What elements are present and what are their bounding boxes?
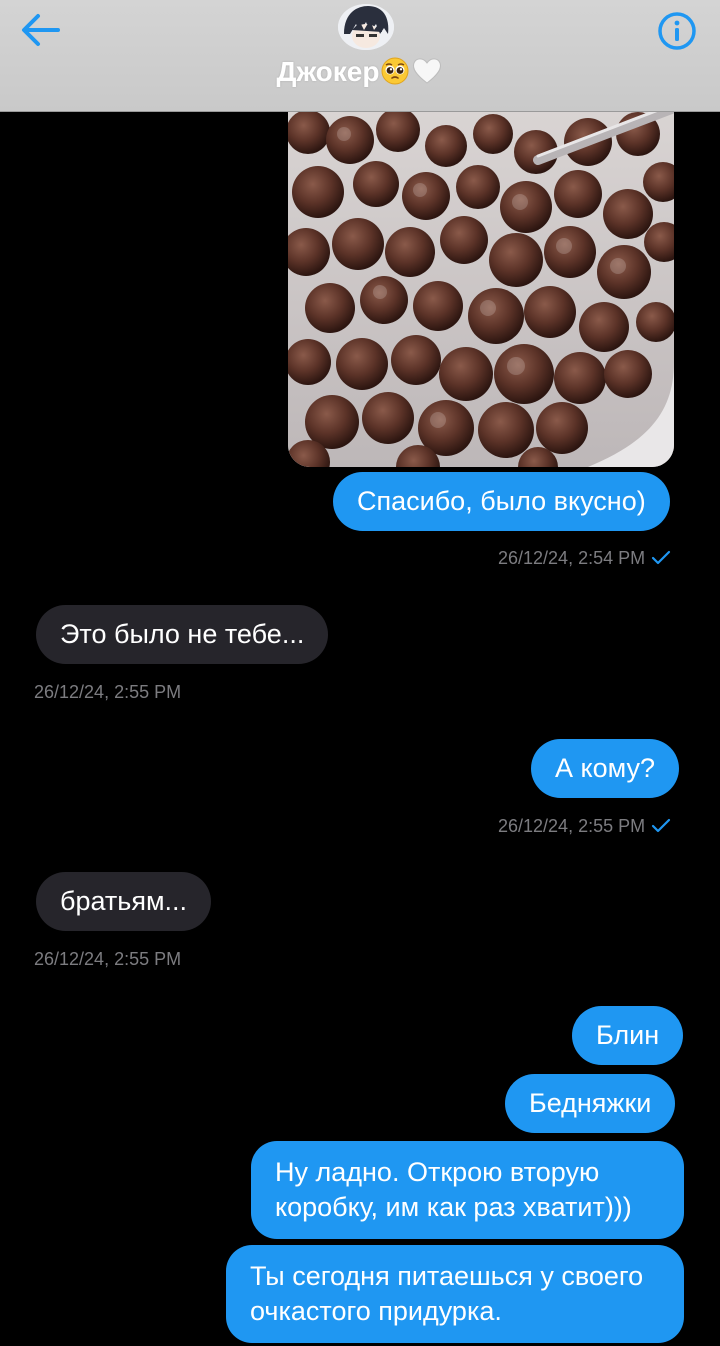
message-text: братьям... xyxy=(60,886,188,916)
chat-header: Джокер xyxy=(0,0,720,112)
message-bubble-outgoing[interactable]: Блин xyxy=(572,1006,684,1065)
contact-name-text: Джокер xyxy=(276,56,380,87)
sent-check-icon xyxy=(651,550,671,571)
timestamp-text: 26/12/24, 2:55 PM xyxy=(498,816,646,836)
message-text: Спасибо, было вкусно) xyxy=(357,486,646,516)
message-text: Блин xyxy=(596,1020,660,1050)
cereal-photo xyxy=(288,112,674,467)
timestamp-text: 26/12/24, 2:55 PM xyxy=(34,682,182,702)
timestamp-text: 26/12/24, 2:54 PM xyxy=(498,548,646,568)
message-timestamp: 26/12/24, 2:55 PM xyxy=(34,682,181,703)
message-text: Ну ладно. Открою вторую коробку, им как … xyxy=(275,1157,632,1222)
message-text: Ты сегодня питаешься у своего очкастого … xyxy=(250,1261,644,1326)
message-timestamp: 26/12/24, 2:55 PM xyxy=(498,816,671,839)
contact-name[interactable]: Джокер xyxy=(0,56,720,92)
sent-check-icon xyxy=(651,818,671,839)
back-arrow-icon[interactable] xyxy=(18,10,64,50)
photo-message[interactable] xyxy=(288,112,674,467)
info-icon[interactable] xyxy=(656,10,698,52)
message-bubble-incoming[interactable]: братьям... xyxy=(36,872,212,931)
message-text: А кому? xyxy=(555,753,656,783)
message-timestamp: 26/12/24, 2:54 PM xyxy=(498,548,671,571)
message-text: Это было не тебе... xyxy=(60,619,305,649)
message-timestamp: 26/12/24, 2:55 PM xyxy=(34,949,181,970)
message-bubble-outgoing[interactable]: Бедняжки xyxy=(505,1074,676,1133)
avatar[interactable] xyxy=(338,4,394,50)
white-heart-icon xyxy=(411,57,443,92)
message-bubble-outgoing[interactable]: Ты сегодня питаешься у своего очкастого … xyxy=(226,1245,684,1343)
timestamp-text: 26/12/24, 2:55 PM xyxy=(34,949,182,969)
message-bubble-outgoing[interactable]: А кому? xyxy=(531,739,680,798)
message-bubble-incoming[interactable]: Это было не тебе... xyxy=(36,605,329,664)
pleading-face-icon xyxy=(381,57,409,92)
message-bubble-outgoing[interactable]: Спасибо, было вкусно) xyxy=(333,472,670,531)
message-text: Бедняжки xyxy=(529,1088,652,1118)
message-bubble-outgoing[interactable]: Ну ладно. Открою вторую коробку, им как … xyxy=(251,1141,684,1239)
